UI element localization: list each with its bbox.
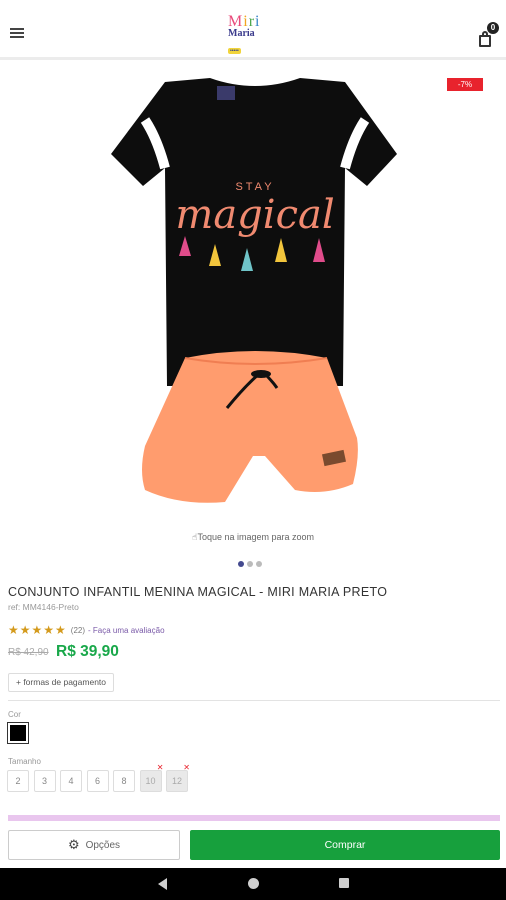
- options-label: Opções: [85, 839, 121, 851]
- size-option-6[interactable]: 6: [86, 770, 109, 792]
- size-option-label: 3: [41, 776, 47, 786]
- zoom-hint: ☝Toque na imagem para zoom: [191, 532, 315, 542]
- back-icon[interactable]: [158, 878, 167, 890]
- write-review-link[interactable]: - Faça uma avaliação: [88, 626, 164, 635]
- size-option-8[interactable]: 8: [113, 770, 135, 792]
- home-icon[interactable]: [248, 878, 259, 889]
- payment-options-button[interactable]: + formas de pagamento: [8, 673, 115, 692]
- size-option-label: 6: [94, 776, 100, 786]
- product-rating: ★★★★★ (22) - Faça uma avaliação: [8, 623, 165, 637]
- unavailable-icon: ✕: [156, 763, 164, 772]
- brand-logo[interactable]: Miri Maria •••••: [228, 14, 278, 54]
- app-header: Miri Maria ••••• 0: [0, 0, 506, 60]
- size-option-10[interactable]: 10 ✕: [139, 764, 164, 792]
- carousel-dot[interactable]: [247, 561, 253, 567]
- options-button[interactable]: ⚙ Opções: [8, 830, 180, 860]
- current-price: R$ 39,90: [56, 643, 119, 660]
- rating-stars: ★★★★★: [8, 623, 67, 637]
- logo-text-miri: Miri: [228, 13, 261, 30]
- unavailable-icon: ✕: [183, 763, 190, 772]
- size-option-label: 10: [145, 776, 156, 786]
- tshirt-print-magical: magical: [175, 192, 334, 238]
- size-option-2[interactable]: 2: [7, 770, 29, 792]
- size-option-4[interactable]: 4: [60, 770, 82, 792]
- size-option-label: 2: [15, 776, 21, 786]
- size-option-12[interactable]: 12 ✕: [166, 764, 190, 792]
- recent-apps-icon[interactable]: [339, 878, 349, 888]
- buy-button[interactable]: Comprar: [190, 830, 500, 860]
- logo-text-maria: Maria: [228, 28, 255, 39]
- cart-icon[interactable]: 0: [478, 22, 499, 48]
- carousel-dot[interactable]: [256, 561, 262, 567]
- divider: [8, 700, 500, 701]
- action-footer: ⚙ Opções Comprar: [0, 821, 506, 868]
- size-option-label: 12: [171, 776, 182, 786]
- product-image[interactable]: STAY magical: [105, 76, 405, 522]
- menu-icon[interactable]: [10, 28, 28, 44]
- size-option-3[interactable]: 3: [33, 770, 56, 792]
- rating-count: (22): [70, 625, 86, 635]
- carousel-dots: [238, 561, 262, 567]
- android-nav-bar: [0, 868, 506, 900]
- logo-stamp: •••••: [228, 48, 241, 54]
- carousel-dot[interactable]: [238, 561, 244, 567]
- product-title: CONJUNTO INFANTIL MENINA MAGICAL - MIRI …: [8, 585, 388, 599]
- cart-count-badge: 0: [487, 22, 499, 34]
- size-label: Tamanho: [8, 757, 41, 766]
- color-label: Cor: [8, 710, 21, 719]
- discount-badge: -7%: [447, 78, 483, 91]
- size-option-label: 4: [68, 776, 74, 786]
- size-option-label: 8: [121, 776, 127, 786]
- product-ref: ref: MM4146-Preto: [8, 602, 79, 612]
- color-swatch-black[interactable]: [7, 722, 29, 744]
- gear-icon: ⚙: [67, 837, 80, 852]
- old-price: R$ 42,90: [8, 647, 49, 658]
